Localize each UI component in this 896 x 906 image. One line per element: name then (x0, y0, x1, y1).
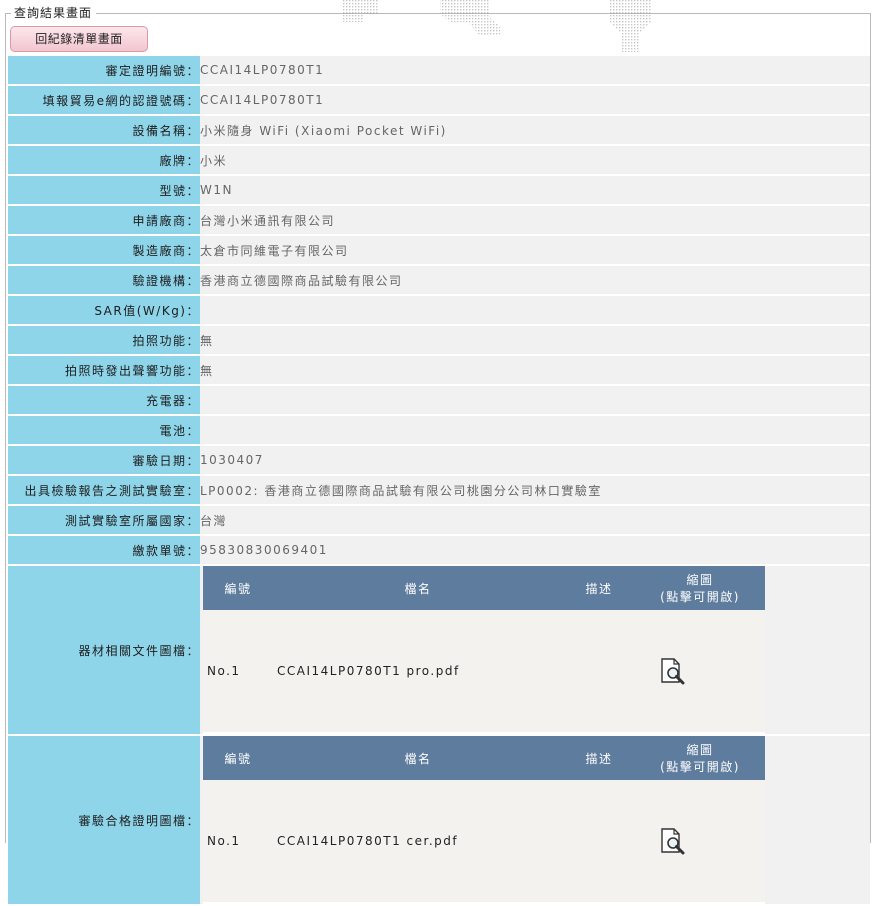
field-label: 型號： (8, 176, 200, 206)
field-value: 無 (200, 326, 870, 356)
table-row: 測試實驗室所屬國家： 台灣 (8, 506, 870, 536)
field-value: CCAI14LP0780T1 (200, 56, 870, 86)
table-row: 電池： (8, 416, 870, 446)
table-row: 型號： W1N (8, 176, 870, 206)
field-value: CCAI14LP0780T1 (200, 86, 870, 116)
field-value (200, 296, 870, 326)
table-row: 拍照功能：無 (8, 326, 870, 356)
table-row: No.1 CCAI14LP0780T1 pro.pdf (203, 610, 765, 734)
field-value: 香港商立德國際商品試驗有限公司 (200, 266, 870, 296)
field-value: 小米 (200, 146, 870, 176)
field-value (200, 386, 870, 416)
table-row: 申請廠商： 台灣小米通訊有限公司 (8, 206, 870, 236)
field-label: 繳款單號： (8, 536, 200, 566)
field-label: 出具檢驗報告之測試實驗室： (8, 476, 200, 506)
col-name-header: 檔名 (273, 566, 563, 610)
col-thumb-header: 縮圖 (點擊可開啟) (635, 736, 765, 780)
field-label: 審定證明編號： (8, 56, 200, 86)
table-row: 繳款單號： 95830830069401 (8, 536, 870, 566)
table-row: 驗證機構： 香港商立德國際商品試驗有限公司 (8, 266, 870, 296)
field-label: 設備名稱： (8, 116, 200, 146)
field-value: 無 (200, 356, 870, 386)
fieldset-legend: 查詢結果畫面 (11, 4, 97, 21)
equipment-docs-table: 編號 檔名 描述 縮圖 (點擊可開啟) No.1 CCAI14LP0780T1 p… (203, 566, 765, 734)
result-table: 審定證明編號： CCAI14LP0780T1 填報貿易e網的認證號碼： CCAI14L… (8, 56, 870, 906)
table-row: 審驗日期： 1030407 (8, 446, 870, 476)
field-value: 台灣 (200, 506, 870, 536)
file-desc (563, 610, 635, 734)
table-row: No.1 CCAI14LP0780T1 cer.pdf (203, 780, 765, 904)
file-desc (563, 780, 635, 904)
field-label: 拍照功能： (8, 326, 200, 356)
field-label: 拍照時發出聲響功能： (8, 356, 200, 386)
col-desc-header: 描述 (563, 736, 635, 780)
field-label: 驗證機構： (8, 266, 200, 296)
field-value (200, 416, 870, 446)
equipment-docs-label: 器材相關文件圖檔： (8, 566, 200, 736)
col-name-header: 檔名 (273, 736, 563, 780)
table-row: 製造廠商： 太倉市同維電子有限公司 (8, 236, 870, 266)
magnifier-document-icon[interactable] (659, 657, 687, 685)
table-row: 出具檢驗報告之測試實驗室： LP0002: 香港商立德國際商品試驗有限公司桃園分公… (8, 476, 870, 506)
field-label: SAR值(W/Kg)： (8, 296, 200, 326)
file-no: No.1 (203, 780, 273, 904)
field-value: LP0002: 香港商立德國際商品試驗有限公司桃園分公司林口實驗室 (200, 476, 870, 506)
table-row: 設備名稱： 小米隨身 WiFi (Xiaomi Pocket WiFi) (8, 116, 870, 146)
world-map-decoration (342, 0, 652, 52)
field-label: 審驗日期： (8, 446, 200, 476)
field-label: 填報貿易e網的認證號碼： (8, 86, 200, 116)
table-row: 填報貿易e網的認證號碼： CCAI14LP0780T1 (8, 86, 870, 116)
field-value: 1030407 (200, 446, 870, 476)
approval-docs-table: 編號 檔名 描述 縮圖 (點擊可開啟) No.1 CCAI14LP0780T1 c… (203, 736, 765, 904)
col-no-header: 編號 (203, 736, 273, 780)
equipment-docs-row: 器材相關文件圖檔： 編號 檔名 描述 縮圖 (點擊可開啟) No.1 CCAI14… (8, 566, 870, 736)
field-label: 廠牌： (8, 146, 200, 176)
field-label: 電池： (8, 416, 200, 446)
table-row: 充電器： (8, 386, 870, 416)
field-value: W1N (200, 176, 870, 206)
col-no-header: 編號 (203, 566, 273, 610)
thumbnail-cell[interactable] (635, 610, 765, 734)
table-row: 廠牌： 小米 (8, 146, 870, 176)
col-desc-header: 描述 (563, 566, 635, 610)
table-row: 拍照時發出聲響功能：無 (8, 356, 870, 386)
file-no: No.1 (203, 610, 273, 734)
field-value: 台灣小米通訊有限公司 (200, 206, 870, 236)
magnifier-document-icon[interactable] (659, 827, 687, 855)
field-value: 太倉市同維電子有限公司 (200, 236, 870, 266)
field-label: 申請廠商： (8, 206, 200, 236)
file-name: CCAI14LP0780T1 pro.pdf (273, 610, 563, 734)
table-row: 審定證明編號： CCAI14LP0780T1 (8, 56, 870, 86)
back-to-list-button[interactable]: 回紀錄清單畫面 (10, 26, 148, 52)
file-name: CCAI14LP0780T1 cer.pdf (273, 780, 563, 904)
field-value: 95830830069401 (200, 536, 870, 566)
thumbnail-cell[interactable] (635, 780, 765, 904)
field-label: 充電器： (8, 386, 200, 416)
field-label: 製造廠商： (8, 236, 200, 266)
field-value: 小米隨身 WiFi (Xiaomi Pocket WiFi) (200, 116, 870, 146)
field-label: 測試實驗室所屬國家： (8, 506, 200, 536)
approval-docs-label: 審驗合格證明圖檔： (8, 736, 200, 906)
approval-docs-row: 審驗合格證明圖檔： 編號 檔名 描述 縮圖 (點擊可開啟) No.1 CCAI14… (8, 736, 870, 906)
col-thumb-header: 縮圖 (點擊可開啟) (635, 566, 765, 610)
table-row: SAR值(W/Kg)： (8, 296, 870, 326)
